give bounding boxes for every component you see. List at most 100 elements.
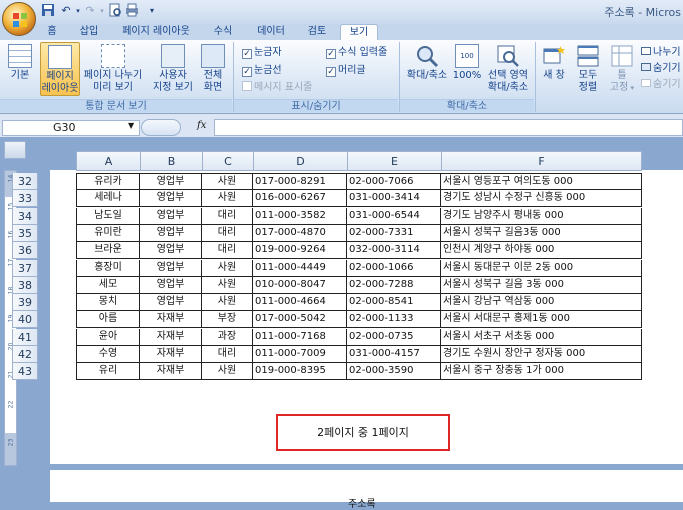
hide-window-button[interactable]: 숨기기: [641, 62, 681, 76]
table-cell-name[interactable]: 몽치: [76, 294, 140, 311]
page-footer[interactable]: 2페이지 중 1페이지: [276, 414, 450, 451]
customize-qat-icon[interactable]: ▾: [144, 3, 160, 19]
quick-print-icon[interactable]: [124, 3, 140, 19]
tab-view[interactable]: 보기: [340, 24, 378, 40]
zoom-button[interactable]: 확대/축소: [404, 42, 450, 96]
table-cell-phone[interactable]: 02-000-7331: [347, 225, 441, 242]
row-header[interactable]: 32: [12, 173, 38, 190]
table-cell-rank[interactable]: 사원: [202, 294, 253, 311]
column-header-d[interactable]: D: [253, 151, 347, 171]
table-cell-mobile[interactable]: 011-000-3582: [253, 208, 347, 225]
formula-expand-handle[interactable]: [141, 119, 181, 136]
table-cell-rank[interactable]: 대리: [202, 242, 253, 259]
formula-input[interactable]: [214, 119, 683, 136]
row-header[interactable]: 38: [12, 277, 38, 294]
table-cell-address[interactable]: 서울시 강남구 역삼동 000: [441, 294, 642, 311]
table-cell-mobile[interactable]: 011-000-4664: [253, 294, 347, 311]
custom-views-button[interactable]: 사용자 지정 보기: [150, 42, 196, 96]
table-cell-phone[interactable]: 02-000-0735: [347, 329, 441, 346]
select-all-corner[interactable]: [4, 141, 26, 159]
table-cell-address[interactable]: 인천시 계양구 하야동 000: [441, 242, 642, 259]
freeze-panes-button[interactable]: 틀 고정 ▾: [606, 42, 638, 96]
tab-formulas[interactable]: 수식: [208, 24, 238, 40]
tab-insert[interactable]: 삽입: [74, 24, 104, 40]
table-cell-phone[interactable]: 02-000-3590: [347, 363, 441, 380]
table-cell-rank[interactable]: 대리: [202, 208, 253, 225]
table-cell-rank[interactable]: 대리: [202, 225, 253, 242]
insert-function-icon[interactable]: fx: [197, 120, 206, 131]
save-icon[interactable]: [40, 3, 56, 19]
row-header[interactable]: 36: [12, 242, 38, 259]
name-box-dropdown-icon[interactable]: ▼: [128, 121, 134, 130]
arrange-all-button[interactable]: 모두 정렬: [572, 42, 604, 96]
table-cell-rank[interactable]: 사원: [202, 363, 253, 380]
row-header[interactable]: 41: [12, 329, 38, 346]
office-button[interactable]: [2, 2, 36, 36]
gridlines-checkbox[interactable]: ✓ 눈금선: [242, 64, 282, 78]
table-cell-name[interactable]: 아름: [76, 311, 140, 328]
row-header[interactable]: 40: [12, 311, 38, 328]
page-break-preview-button[interactable]: 페이지 나누기 미리 보기: [82, 42, 144, 96]
ruler-checkbox[interactable]: ✓ 눈금자: [242, 46, 282, 60]
row-header[interactable]: 37: [12, 260, 38, 277]
table-cell-mobile[interactable]: 011-000-7168: [253, 329, 347, 346]
table-cell-address[interactable]: 경기도 수원시 장안구 정자동 000: [441, 346, 642, 363]
tab-page-layout[interactable]: 페이지 레이아웃: [116, 24, 196, 40]
normal-view-button[interactable]: 기본: [2, 42, 38, 96]
table-cell-dept[interactable]: 자재부: [140, 329, 202, 346]
column-header-e[interactable]: E: [347, 151, 441, 171]
table-cell-address[interactable]: 서울시 서초구 서초동 000: [441, 329, 642, 346]
table-cell-dept[interactable]: 영업부: [140, 173, 202, 190]
table-cell-rank[interactable]: 사원: [202, 190, 253, 207]
zoom-100-button[interactable]: 100 100%: [452, 42, 482, 96]
page-layout-view-button[interactable]: 페이지 레이아웃: [40, 42, 80, 96]
row-header[interactable]: 42: [12, 346, 38, 363]
column-header-b[interactable]: B: [140, 151, 202, 171]
table-cell-name[interactable]: 세모: [76, 277, 140, 294]
table-cell-name[interactable]: 세레나: [76, 190, 140, 207]
table-cell-name[interactable]: 유리: [76, 363, 140, 380]
table-cell-phone[interactable]: 02-000-1133: [347, 311, 441, 328]
row-header[interactable]: 33: [12, 190, 38, 207]
table-cell-address[interactable]: 서울시 성북구 길음3동 000: [441, 225, 642, 242]
table-cell-name[interactable]: 브라운: [76, 242, 140, 259]
table-cell-dept[interactable]: 영업부: [140, 260, 202, 277]
table-cell-address[interactable]: 경기도 성남시 수정구 신흥동 000: [441, 190, 642, 207]
table-cell-mobile[interactable]: 017-000-4870: [253, 225, 347, 242]
table-cell-address[interactable]: 서울시 서대문구 홍제1동 000: [441, 311, 642, 328]
table-cell-address[interactable]: 서울시 동대문구 이문 2동 000: [441, 260, 642, 277]
table-cell-address[interactable]: 경기도 남양주시 평내동 000: [441, 208, 642, 225]
table-cell-dept[interactable]: 영업부: [140, 225, 202, 242]
table-cell-mobile[interactable]: 011-000-7009: [253, 346, 347, 363]
row-header[interactable]: 39: [12, 294, 38, 311]
table-cell-name[interactable]: 남도일: [76, 208, 140, 225]
column-header-f[interactable]: F: [441, 151, 642, 171]
table-cell-dept[interactable]: 영업부: [140, 277, 202, 294]
table-cell-name[interactable]: 유미란: [76, 225, 140, 242]
table-cell-phone[interactable]: 031-000-3414: [347, 190, 441, 207]
table-cell-rank[interactable]: 사원: [202, 260, 253, 277]
tab-review[interactable]: 검토: [302, 24, 332, 40]
row-header[interactable]: 34: [12, 208, 38, 225]
table-cell-phone[interactable]: 02-000-1066: [347, 260, 441, 277]
table-cell-mobile[interactable]: 019-000-9264: [253, 242, 347, 259]
table-cell-address[interactable]: 서울시 영등포구 여의도동 000: [441, 173, 642, 190]
formula-bar-checkbox[interactable]: ✓ 수식 입력줄: [326, 46, 387, 60]
table-cell-mobile[interactable]: 017-000-8291: [253, 173, 347, 190]
table-cell-address[interactable]: 서울시 중구 장충동 1가 000: [441, 363, 642, 380]
table-cell-dept[interactable]: 영업부: [140, 208, 202, 225]
table-cell-name[interactable]: 수영: [76, 346, 140, 363]
table-cell-phone[interactable]: 02-000-7066: [347, 173, 441, 190]
tab-home[interactable]: 홈: [40, 24, 64, 40]
table-cell-mobile[interactable]: 011-000-4449: [253, 260, 347, 277]
column-header-c[interactable]: C: [202, 151, 253, 171]
table-cell-mobile[interactable]: 019-000-8395: [253, 363, 347, 380]
table-cell-dept[interactable]: 영업부: [140, 294, 202, 311]
table-cell-mobile[interactable]: 016-000-6267: [253, 190, 347, 207]
table-cell-dept[interactable]: 자재부: [140, 346, 202, 363]
table-cell-rank[interactable]: 과장: [202, 329, 253, 346]
table-cell-mobile[interactable]: 010-000-8047: [253, 277, 347, 294]
table-cell-name[interactable]: 홍장미: [76, 260, 140, 277]
table-cell-rank[interactable]: 대리: [202, 346, 253, 363]
table-cell-dept[interactable]: 영업부: [140, 242, 202, 259]
